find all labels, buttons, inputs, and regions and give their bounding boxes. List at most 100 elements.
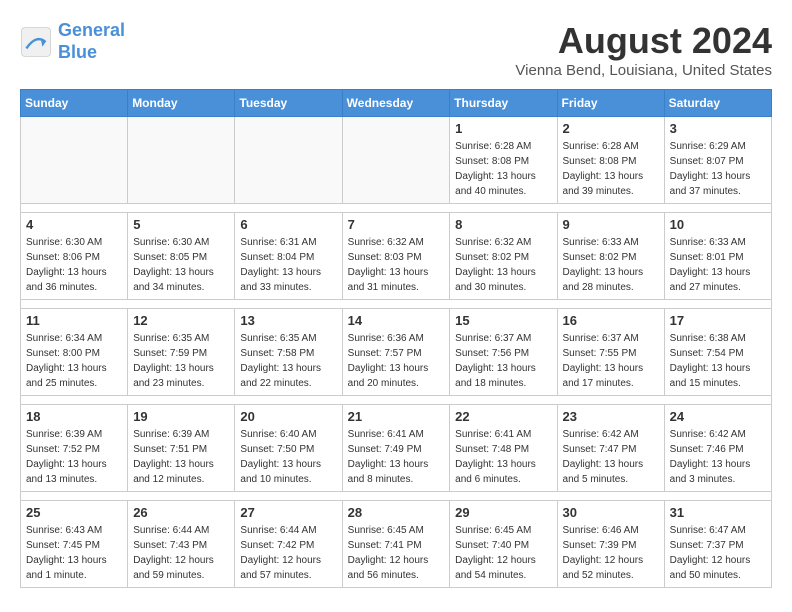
table-row: 2Sunrise: 6:28 AMSunset: 8:08 PMDaylight…	[557, 117, 664, 204]
table-row: 28 Sunrise: 6:45 AMSunset: 7:41 PMDayligh…	[342, 501, 450, 588]
day-number: 22	[455, 409, 551, 424]
day-number: 17	[670, 313, 766, 328]
day-number: 15	[455, 313, 551, 328]
day-info: Sunrise: 6:45 AMSunset: 7:41 PMDaylight:…	[348, 523, 445, 583]
col-tuesday: Tuesday	[235, 90, 342, 117]
table-row: 12Sunrise: 6:35 AMSunset: 7:59 PMDayligh…	[128, 309, 235, 396]
col-wednesday: Wednesday	[342, 90, 450, 117]
day-number: 7	[348, 217, 445, 232]
day-info: Sunrise: 6:41 AMSunset: 7:49 PMDaylight:…	[348, 427, 445, 487]
calendar-week-5: 25 Sunrise: 6:43 AMSunset: 7:45 PMDayligh…	[21, 501, 772, 588]
table-row: 30 Sunrise: 6:46 AMSunset: 7:39 PMDayligh…	[557, 501, 664, 588]
logo: General Blue	[20, 20, 125, 63]
table-row: 11Sunrise: 6:34 AMSunset: 8:00 PMDayligh…	[21, 309, 128, 396]
day-number: 10	[670, 217, 766, 232]
day-info: Sunrise: 6:44 AMSunset: 7:42 PMDaylight:…	[240, 523, 336, 583]
table-row: 26Sunrise: 6:44 AMSunset: 7:43 PMDayligh…	[128, 501, 235, 588]
day-info: Sunrise: 6:32 AMSunset: 8:03 PMDaylight:…	[348, 235, 445, 295]
day-info: Sunrise: 6:38 AMSunset: 7:54 PMDaylight:…	[670, 331, 766, 391]
day-info: Sunrise: 6:40 AMSunset: 7:50 PMDaylight:…	[240, 427, 336, 487]
day-number: 8	[455, 217, 551, 232]
day-info: Sunrise: 6:36 AMSunset: 7:57 PMDaylight:…	[348, 331, 445, 391]
table-row: 21 Sunrise: 6:41 AMSunset: 7:49 PMDayligh…	[342, 405, 450, 492]
table-row	[235, 117, 342, 204]
day-info: Sunrise: 6:39 AMSunset: 7:52 PMDaylight:…	[26, 427, 122, 487]
day-number: 30	[563, 505, 659, 520]
day-number: 3	[670, 121, 766, 136]
page-header: General Blue August 2024 Vienna Bend, Lo…	[20, 20, 772, 79]
day-info: Sunrise: 6:28 AMSunset: 8:08 PMDaylight:…	[455, 139, 551, 199]
table-row: 29 Sunrise: 6:45 AMSunset: 7:40 PMDayligh…	[450, 501, 557, 588]
logo-text: General Blue	[58, 20, 125, 63]
table-row: 31Sunrise: 6:47 AMSunset: 7:37 PMDayligh…	[664, 501, 771, 588]
col-sunday: Sunday	[21, 90, 128, 117]
day-info: Sunrise: 6:30 AMSunset: 8:05 PMDaylight:…	[133, 235, 229, 295]
day-info: Sunrise: 6:42 AMSunset: 7:46 PMDaylight:…	[670, 427, 766, 487]
day-number: 24	[670, 409, 766, 424]
day-number: 18	[26, 409, 122, 424]
day-number: 21	[348, 409, 445, 424]
table-row: 22 Sunrise: 6:41 AMSunset: 7:48 PMDayligh…	[450, 405, 557, 492]
col-monday: Monday	[128, 90, 235, 117]
day-info: Sunrise: 6:37 AMSunset: 7:55 PMDaylight:…	[563, 331, 659, 391]
table-row: 17 Sunrise: 6:38 AMSunset: 7:54 PMDayligh…	[664, 309, 771, 396]
day-info: Sunrise: 6:29 AMSunset: 8:07 PMDaylight:…	[670, 139, 766, 199]
table-row: 25 Sunrise: 6:43 AMSunset: 7:45 PMDayligh…	[21, 501, 128, 588]
logo-icon	[20, 26, 52, 58]
day-info: Sunrise: 6:41 AMSunset: 7:48 PMDaylight:…	[455, 427, 551, 487]
table-row: 1Sunrise: 6:28 AMSunset: 8:08 PMDaylight…	[450, 117, 557, 204]
calendar-week-2: 4 Sunrise: 6:30 AMSunset: 8:06 PMDaylight…	[21, 213, 772, 300]
table-row: 4 Sunrise: 6:30 AMSunset: 8:06 PMDaylight…	[21, 213, 128, 300]
day-number: 19	[133, 409, 229, 424]
day-number: 16	[563, 313, 659, 328]
day-number: 28	[348, 505, 445, 520]
table-row	[342, 117, 450, 204]
table-row: 20Sunrise: 6:40 AMSunset: 7:50 PMDayligh…	[235, 405, 342, 492]
table-row: 10Sunrise: 6:33 AMSunset: 8:01 PMDayligh…	[664, 213, 771, 300]
calendar-table: Sunday Monday Tuesday Wednesday Thursday…	[20, 89, 772, 588]
calendar-header-row: Sunday Monday Tuesday Wednesday Thursday…	[21, 90, 772, 117]
row-separator	[21, 204, 772, 213]
col-saturday: Saturday	[664, 90, 771, 117]
day-number: 14	[348, 313, 445, 328]
day-number: 13	[240, 313, 336, 328]
day-info: Sunrise: 6:28 AMSunset: 8:08 PMDaylight:…	[563, 139, 659, 199]
day-info: Sunrise: 6:35 AMSunset: 7:59 PMDaylight:…	[133, 331, 229, 391]
row-separator	[21, 492, 772, 501]
day-number: 9	[563, 217, 659, 232]
day-number: 4	[26, 217, 122, 232]
table-row: 13 Sunrise: 6:35 AMSunset: 7:58 PMDayligh…	[235, 309, 342, 396]
day-number: 27	[240, 505, 336, 520]
day-number: 29	[455, 505, 551, 520]
day-number: 23	[563, 409, 659, 424]
day-number: 11	[26, 313, 122, 328]
table-row: 5Sunrise: 6:30 AMSunset: 8:05 PMDaylight…	[128, 213, 235, 300]
col-friday: Friday	[557, 90, 664, 117]
day-number: 25	[26, 505, 122, 520]
day-info: Sunrise: 6:46 AMSunset: 7:39 PMDaylight:…	[563, 523, 659, 583]
day-info: Sunrise: 6:44 AMSunset: 7:43 PMDaylight:…	[133, 523, 229, 583]
table-row: 16 Sunrise: 6:37 AMSunset: 7:55 PMDayligh…	[557, 309, 664, 396]
day-info: Sunrise: 6:43 AMSunset: 7:45 PMDaylight:…	[26, 523, 122, 583]
table-row	[128, 117, 235, 204]
calendar-week-1: 1Sunrise: 6:28 AMSunset: 8:08 PMDaylight…	[21, 117, 772, 204]
calendar-week-4: 18 Sunrise: 6:39 AMSunset: 7:52 PMDayligh…	[21, 405, 772, 492]
day-info: Sunrise: 6:33 AMSunset: 8:02 PMDaylight:…	[563, 235, 659, 295]
table-row: 9 Sunrise: 6:33 AMSunset: 8:02 PMDaylight…	[557, 213, 664, 300]
calendar-week-3: 11Sunrise: 6:34 AMSunset: 8:00 PMDayligh…	[21, 309, 772, 396]
day-info: Sunrise: 6:32 AMSunset: 8:02 PMDaylight:…	[455, 235, 551, 295]
day-info: Sunrise: 6:45 AMSunset: 7:40 PMDaylight:…	[455, 523, 551, 583]
table-row: 8 Sunrise: 6:32 AMSunset: 8:02 PMDaylight…	[450, 213, 557, 300]
table-row: 27 Sunrise: 6:44 AMSunset: 7:42 PMDayligh…	[235, 501, 342, 588]
day-info: Sunrise: 6:35 AMSunset: 7:58 PMDaylight:…	[240, 331, 336, 391]
table-row: 19Sunrise: 6:39 AMSunset: 7:51 PMDayligh…	[128, 405, 235, 492]
table-row: 15 Sunrise: 6:37 AMSunset: 7:56 PMDayligh…	[450, 309, 557, 396]
day-info: Sunrise: 6:37 AMSunset: 7:56 PMDaylight:…	[455, 331, 551, 391]
day-info: Sunrise: 6:30 AMSunset: 8:06 PMDaylight:…	[26, 235, 122, 295]
table-row	[21, 117, 128, 204]
table-row: 14 Sunrise: 6:36 AMSunset: 7:57 PMDayligh…	[342, 309, 450, 396]
table-row: 18 Sunrise: 6:39 AMSunset: 7:52 PMDayligh…	[21, 405, 128, 492]
title-block: August 2024 Vienna Bend, Louisiana, Unit…	[515, 20, 772, 79]
table-row: 24 Sunrise: 6:42 AMSunset: 7:46 PMDayligh…	[664, 405, 771, 492]
month-title: August 2024	[515, 20, 772, 62]
